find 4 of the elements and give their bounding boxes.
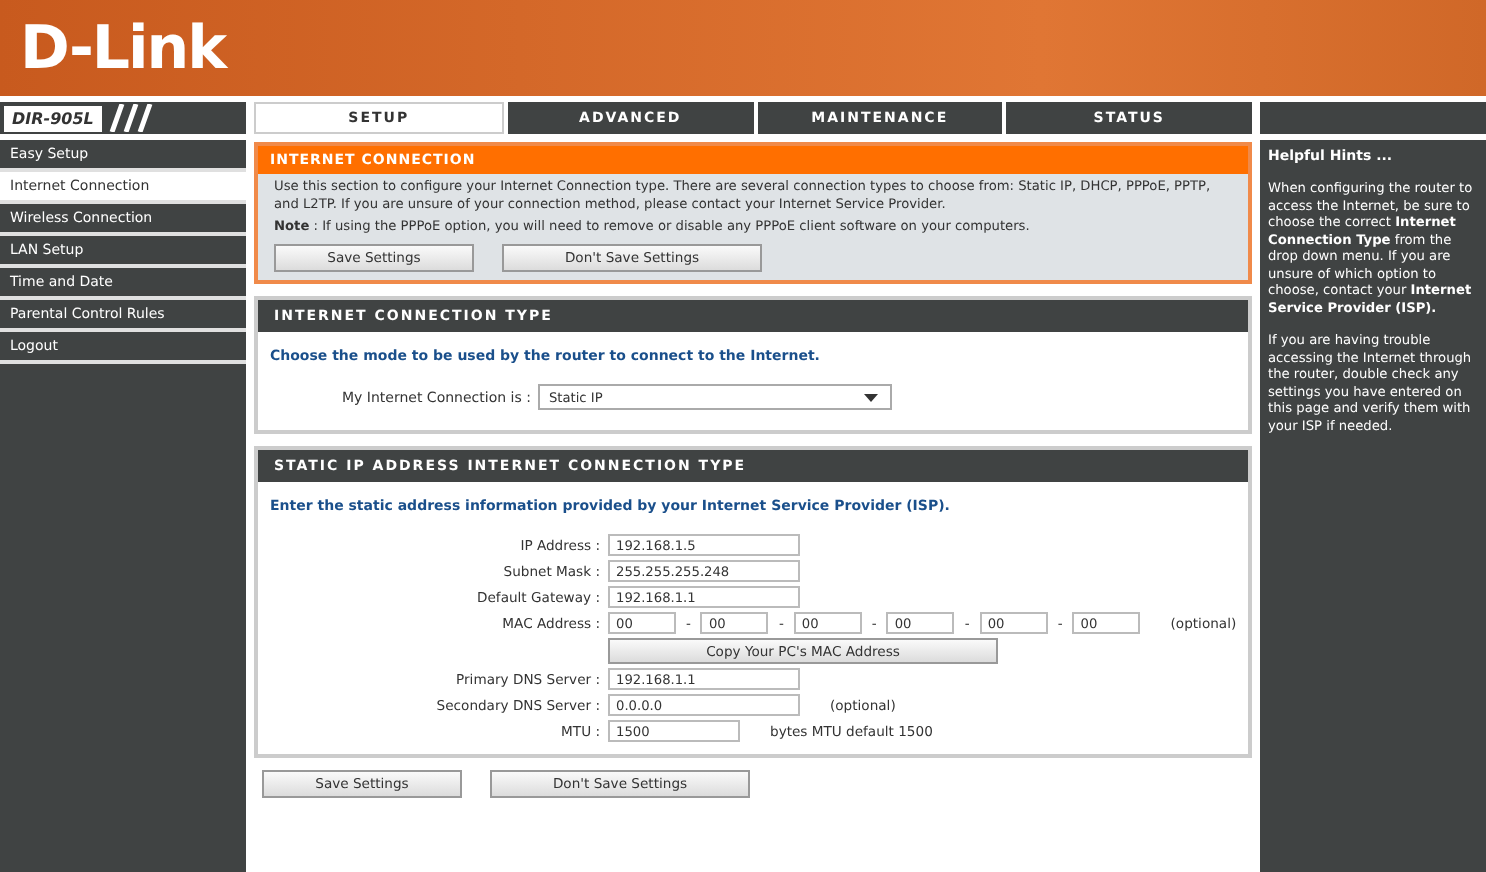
model-label: DIR-905L <box>0 102 246 134</box>
logo: D-Link <box>20 13 226 83</box>
caret-icon <box>864 393 879 401</box>
slashes-icon <box>105 104 158 132</box>
